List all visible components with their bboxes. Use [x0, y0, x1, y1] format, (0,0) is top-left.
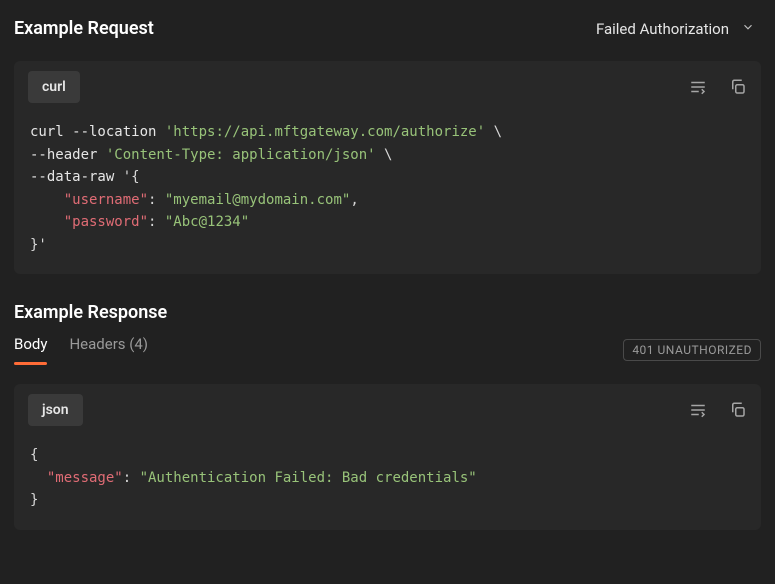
- key-message: "message": [47, 470, 123, 486]
- json-close: }: [30, 492, 38, 508]
- val-message: "Authentication Failed: Bad credentials": [140, 470, 477, 486]
- response-section-header: Example Response: [0, 274, 775, 335]
- indent-2: [30, 214, 64, 230]
- response-tabs-row: Body Headers (4) 401 UNAUTHORIZED: [0, 335, 775, 366]
- header-string: 'Content-Type: application/json': [106, 147, 376, 163]
- body-open: '{: [123, 169, 140, 185]
- request-code-body: curl --location 'https://api.mftgateway.…: [14, 113, 761, 274]
- copy-icon[interactable]: [729, 401, 747, 419]
- flag-location: --location: [64, 124, 165, 140]
- tab-headers[interactable]: Headers (4): [69, 335, 148, 365]
- response-code-panel: json { "message": "Authentication Failed…: [14, 384, 761, 530]
- example-selector-dropdown[interactable]: Failed Authorization: [596, 20, 761, 38]
- request-code-panel: curl curl --location 'https://api.mftgat…: [14, 61, 761, 274]
- comma-1: ,: [350, 192, 358, 208]
- tab-body[interactable]: Body: [14, 335, 47, 365]
- response-code-body: { "message": "Authentication Failed: Bad…: [14, 436, 761, 530]
- val-username: "myemail@mydomain.com": [165, 192, 350, 208]
- response-tabs: Body Headers (4): [14, 335, 148, 365]
- request-panel-actions: [689, 78, 747, 96]
- wrap-lines-icon[interactable]: [689, 401, 707, 419]
- colon-r1: :: [123, 470, 140, 486]
- url-string: 'https://api.mftgateway.com/authorize': [165, 124, 485, 140]
- indent-r1: [30, 470, 47, 486]
- indent-1: [30, 192, 64, 208]
- chevron-down-icon: [741, 20, 755, 38]
- flag-header: --header: [30, 147, 106, 163]
- response-panel-actions: [689, 401, 747, 419]
- curl-cmd: curl: [30, 124, 64, 140]
- status-badge: 401 UNAUTHORIZED: [623, 339, 761, 361]
- copy-icon[interactable]: [729, 78, 747, 96]
- flag-data-raw: --data-raw: [30, 169, 123, 185]
- line-cont-1: \: [485, 124, 502, 140]
- body-close: }': [30, 237, 47, 253]
- key-password: "password": [64, 214, 148, 230]
- wrap-lines-icon[interactable]: [689, 78, 707, 96]
- request-panel-header: curl: [14, 61, 761, 113]
- response-panel-header: json: [14, 384, 761, 436]
- response-lang-badge: json: [28, 394, 83, 426]
- request-title: Example Request: [14, 18, 154, 39]
- json-open: {: [30, 447, 38, 463]
- colon-1: :: [148, 192, 165, 208]
- line-cont-2: \: [376, 147, 393, 163]
- colon-2: :: [148, 214, 165, 230]
- key-username: "username": [64, 192, 148, 208]
- val-password: "Abc@1234": [165, 214, 249, 230]
- request-lang-badge: curl: [28, 71, 80, 103]
- request-section-header: Example Request Failed Authorization: [0, 0, 775, 61]
- dropdown-label: Failed Authorization: [596, 20, 729, 38]
- response-title: Example Response: [14, 302, 167, 323]
